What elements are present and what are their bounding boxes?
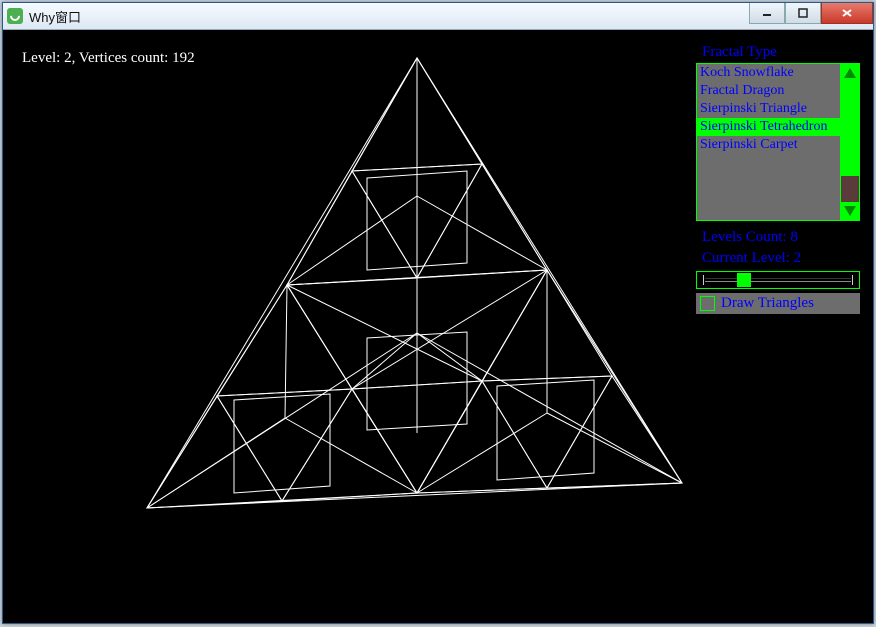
scroll-track[interactable] [841,82,859,202]
window-title: Why窗口 [29,7,81,26]
app-icon [7,8,23,24]
list-items: Koch Snowflake Fractal Dragon Sierpinski… [697,64,840,220]
draw-triangles-label: Draw Triangles [721,295,814,312]
scroll-track-lower [841,176,859,202]
draw-triangles-checkbox[interactable] [700,296,715,311]
draw-triangles-row[interactable]: Draw Triangles [696,293,860,314]
slider-track [705,278,851,282]
level-slider[interactable] [696,271,860,289]
maximize-button[interactable] [785,3,821,24]
minimize-icon [762,8,772,18]
slider-thumb[interactable] [737,273,751,287]
list-item[interactable]: Koch Snowflake [697,64,840,82]
list-item[interactable]: Fractal Dragon [697,82,840,100]
app-window: Why窗口 [2,2,874,624]
close-button[interactable] [821,3,873,24]
minimize-button[interactable] [749,3,785,24]
listbox-scrollbar[interactable] [840,64,859,220]
levels-count-label: Levels Count: 8 [696,227,860,248]
fractal-render [12,38,712,618]
list-item[interactable]: Sierpinski Tetrahedron [697,118,840,136]
viewport[interactable]: Level: 2, Vertices count: 192 Fractal Ty… [12,38,864,614]
slider-tick [852,275,853,285]
list-item[interactable]: Sierpinski Carpet [697,136,840,154]
status-text: Level: 2, Vertices count: 192 [22,50,195,67]
scroll-thumb[interactable] [841,82,859,176]
maximize-icon [798,8,808,18]
client-area: Level: 2, Vertices count: 192 Fractal Ty… [4,30,872,622]
titlebar[interactable]: Why窗口 [3,3,873,30]
fractal-type-label: Fractal Type [696,42,860,63]
list-item[interactable]: Sierpinski Triangle [697,100,840,118]
scroll-up-button[interactable] [841,64,859,82]
window-buttons [749,3,873,24]
fractal-listbox[interactable]: Koch Snowflake Fractal Dragon Sierpinski… [696,63,860,221]
chevron-down-icon [844,206,856,216]
controls-panel: Fractal Type Koch Snowflake Fractal Drag… [696,42,860,314]
close-icon [841,8,853,18]
slider-tick [703,275,704,285]
chevron-up-icon [844,68,856,78]
scroll-down-button[interactable] [841,202,859,220]
current-level-label: Current Level: 2 [696,248,860,269]
